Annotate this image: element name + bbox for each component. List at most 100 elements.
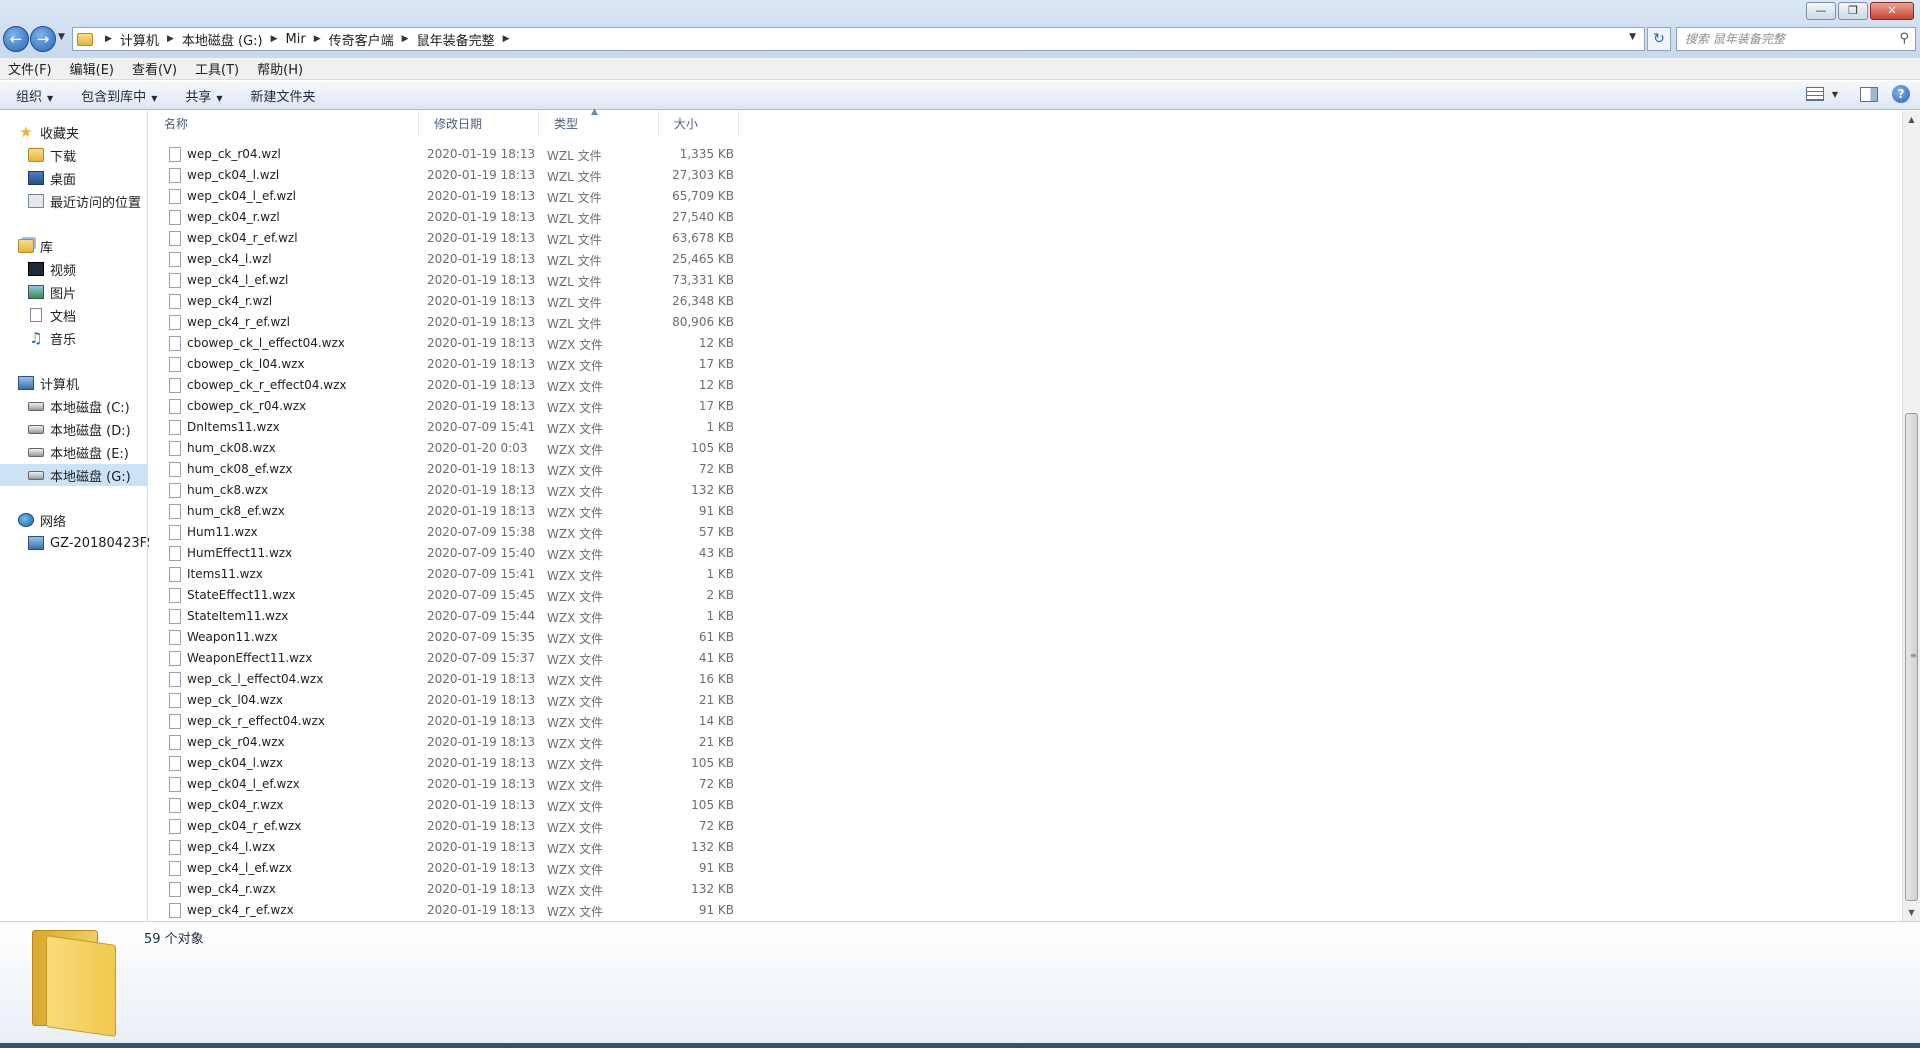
breadcrumb-mir[interactable]: Mir [286,32,306,47]
address-bar[interactable]: ▶ 计算机 ▶ 本地磁盘 (G:) ▶ Mir ▶ 传奇客户端 ▶ 鼠年装备完整… [72,27,1645,51]
file-row[interactable]: wep_ck04_l.wzl 2020-01-19 18:13 WZL 文件 27,3… [149,165,749,186]
minimize-button[interactable]: — [1806,2,1836,20]
file-row[interactable]: hum_ck8_ef.wzx 2020-01-19 18:13 WZX 文件 91 K… [149,501,749,522]
file-row[interactable]: wep_ck_r04.wzl 2020-01-19 18:13 WZL 文件 1,33… [149,144,749,165]
new-folder-button[interactable]: 新建文件夹 [251,86,316,105]
file-row[interactable]: wep_ck4_r.wzx 2020-01-19 18:13 WZX 文件 132 K… [149,879,749,900]
file-type: WZX 文件 [547,527,604,541]
file-row[interactable]: cbowep_ck_r04.wzx 2020-01-19 18:13 WZX 文件 1… [149,396,749,417]
chevron-right-icon[interactable]: ▶ [503,34,510,44]
view-details-icon[interactable] [1805,87,1824,101]
nav-videos[interactable]: 视频 [28,258,76,280]
file-row[interactable]: wep_ck_l_effect04.wzx 2020-01-19 18:13 WZX… [149,669,749,690]
nav-label: 本地磁盘 (C:) [50,400,130,416]
chevron-right-icon[interactable]: ▶ [314,34,321,44]
file-row[interactable]: Items11.wzx 2020-07-09 15:41 WZX 文件 1 KB [149,564,749,585]
file-row[interactable]: Hum11.wzx 2020-07-09 15:38 WZX 文件 57 KB [149,522,749,543]
chevron-right-icon[interactable]: ▶ [105,34,112,44]
file-row[interactable]: Weapon11.wzx 2020-07-09 15:35 WZX 文件 61 KB [149,627,749,648]
file-row[interactable]: WeaponEffect11.wzx 2020-07-09 15:37 WZX 文件… [149,648,749,669]
nav-desktop[interactable]: 桌面 [28,167,76,189]
file-row[interactable]: wep_ck04_l_ef.wzx 2020-01-19 18:13 WZX 文件 7… [149,774,749,795]
menu-edit[interactable]: 编辑(E) [70,59,114,78]
menu-view[interactable]: 查看(V) [132,59,177,78]
chevron-right-icon[interactable]: ▶ [271,34,278,44]
breadcrumb-client[interactable]: 传奇客户端 [329,30,394,49]
file-row[interactable]: wep_ck04_l.wzx 2020-01-19 18:13 WZX 文件 105 … [149,753,749,774]
menu-file[interactable]: 文件(F) [8,59,52,78]
file-row[interactable]: hum_ck08_ef.wzx 2020-01-19 18:13 WZX 文件 72 … [149,459,749,480]
breadcrumb-computer[interactable]: 计算机 [120,30,159,49]
file-modified-date: 2020-01-19 18:13 [427,861,536,875]
nav-computer[interactable]: 计算机 [18,372,79,394]
file-row[interactable]: wep_ck4_r_ef.wzl 2020-01-19 18:13 WZL 文件 80… [149,312,749,333]
file-row[interactable]: wep_ck4_l_ef.wzl 2020-01-19 18:13 WZL 文件 73… [149,270,749,291]
file-row[interactable]: StateItem11.wzx 2020-07-09 15:44 WZX 文件 1 K… [149,606,749,627]
breadcrumb-current-folder[interactable]: 鼠年装备完整 [417,30,495,49]
file-row[interactable]: wep_ck04_r_ef.wzx 2020-01-19 18:13 WZX 文件 7… [149,816,749,837]
help-icon[interactable]: ? [1892,85,1910,103]
file-row[interactable]: wep_ck4_r.wzl 2020-01-19 18:13 WZL 文件 26,34… [149,291,749,312]
nav-documents[interactable]: 文档 [28,304,76,326]
nav-recent-places[interactable]: 最近访问的位置 [28,190,141,212]
nav-network[interactable]: 网络 [18,509,66,531]
nav-favorites[interactable]: ★ 收藏夹 [18,121,79,143]
file-row[interactable]: hum_ck08.wzx 2020-01-20 0:03 WZX 文件 105 KB [149,438,749,459]
nav-music[interactable]: ♫ 音乐 [28,327,76,349]
nav-drive-c[interactable]: 本地磁盘 (C:) [28,395,130,417]
recent-pages-dropdown-icon[interactable]: ▼ [58,32,65,42]
organize-button[interactable]: 组织 ▼ [16,86,53,105]
nav-drive-d[interactable]: 本地磁盘 (D:) [28,418,131,440]
file-row[interactable]: wep_ck4_l_ef.wzx 2020-01-19 18:13 WZX 文件 91… [149,858,749,879]
file-row[interactable]: wep_ck_l04.wzx 2020-01-19 18:13 WZX 文件 21 K… [149,690,749,711]
close-button[interactable]: ✕ [1870,2,1914,20]
nav-pictures[interactable]: 图片 [28,281,76,303]
refresh-icon[interactable]: ↻ [1647,27,1671,51]
file-row[interactable]: wep_ck4_l.wzl 2020-01-19 18:13 WZL 文件 25,46… [149,249,749,270]
file-row[interactable]: cbowep_ck_l04.wzx 2020-01-19 18:13 WZX 文件 1… [149,354,749,375]
column-header-size[interactable]: 大小 [659,111,739,137]
file-row[interactable]: HumEffect11.wzx 2020-07-09 15:40 WZX 文件 43 … [149,543,749,564]
breadcrumb-drive-g[interactable]: 本地磁盘 (G:) [182,30,263,49]
preview-pane-icon[interactable] [1860,86,1878,102]
chevron-right-icon[interactable]: ▶ [167,34,174,44]
scroll-up-icon[interactable]: ▲ [1903,111,1920,128]
file-row[interactable]: hum_ck8.wzx 2020-01-19 18:13 WZX 文件 132 KB [149,480,749,501]
menu-tools[interactable]: 工具(T) [195,59,239,78]
include-in-library-button[interactable]: 包含到库中 ▼ [81,86,157,105]
column-header-modified[interactable]: 修改日期 [419,111,539,137]
menu-help[interactable]: 帮助(H) [257,59,303,78]
vertical-scrollbar[interactable]: ▲ ≡ ▼ [1902,111,1920,921]
chevron-right-icon[interactable]: ▶ [402,34,409,44]
file-row[interactable]: DnItems11.wzx 2020-07-09 15:41 WZX 文件 1 KB [149,417,749,438]
column-header-type[interactable]: 类型 [539,111,659,137]
column-header-name[interactable]: 名称 [149,111,419,137]
file-row[interactable]: wep_ck04_r.wzx 2020-01-19 18:13 WZX 文件 105 … [149,795,749,816]
file-row[interactable]: wep_ck04_l_ef.wzl 2020-01-19 18:13 WZL 文件 6… [149,186,749,207]
scroll-down-icon[interactable]: ▼ [1903,904,1920,921]
file-row[interactable]: wep_ck4_r_ef.wzx 2020-01-19 18:13 WZX 文件 91… [149,900,749,920]
nav-drive-e[interactable]: 本地磁盘 (E:) [28,441,129,463]
nav-drive-g[interactable]: 本地磁盘 (G:) [0,464,147,486]
file-row[interactable]: StateEffect11.wzx 2020-07-09 15:45 WZX 文件 2… [149,585,749,606]
file-row[interactable]: wep_ck04_r.wzl 2020-01-19 18:13 WZL 文件 27,5… [149,207,749,228]
share-button[interactable]: 共享 ▼ [185,86,222,105]
maximize-button[interactable]: ❐ [1838,2,1868,20]
back-arrow-icon[interactable]: ← [3,26,29,52]
file-row[interactable]: wep_ck_r_effect04.wzx 2020-01-19 18:13 WZX… [149,711,749,732]
view-dropdown-icon[interactable]: ▼ [1832,90,1838,99]
nav-network-pc[interactable]: GZ-20180423FSJ [28,532,159,554]
search-input[interactable]: 搜索 鼠年装备完整 ⚲ [1676,27,1916,51]
scrollbar-thumb[interactable]: ≡ [1905,413,1918,901]
file-row[interactable]: wep_ck4_l.wzx 2020-01-19 18:13 WZX 文件 132 K… [149,837,749,858]
star-icon: ★ [19,123,33,141]
file-row[interactable]: cbowep_ck_l_effect04.wzx 2020-01-19 18:13… [149,333,749,354]
nav-downloads[interactable]: 下载 [28,144,76,166]
file-row[interactable]: wep_ck_r04.wzx 2020-01-19 18:13 WZX 文件 21 K… [149,732,749,753]
file-row[interactable]: cbowep_ck_r_effect04.wzx 2020-01-19 18:13… [149,375,749,396]
forward-arrow-icon[interactable]: → [30,26,56,52]
search-icon[interactable]: ⚲ [1899,28,1909,50]
file-row[interactable]: wep_ck04_r_ef.wzl 2020-01-19 18:13 WZL 文件 6… [149,228,749,249]
nav-libraries[interactable]: 库 [18,235,53,257]
address-dropdown-icon[interactable]: ▼ [1629,32,1636,42]
